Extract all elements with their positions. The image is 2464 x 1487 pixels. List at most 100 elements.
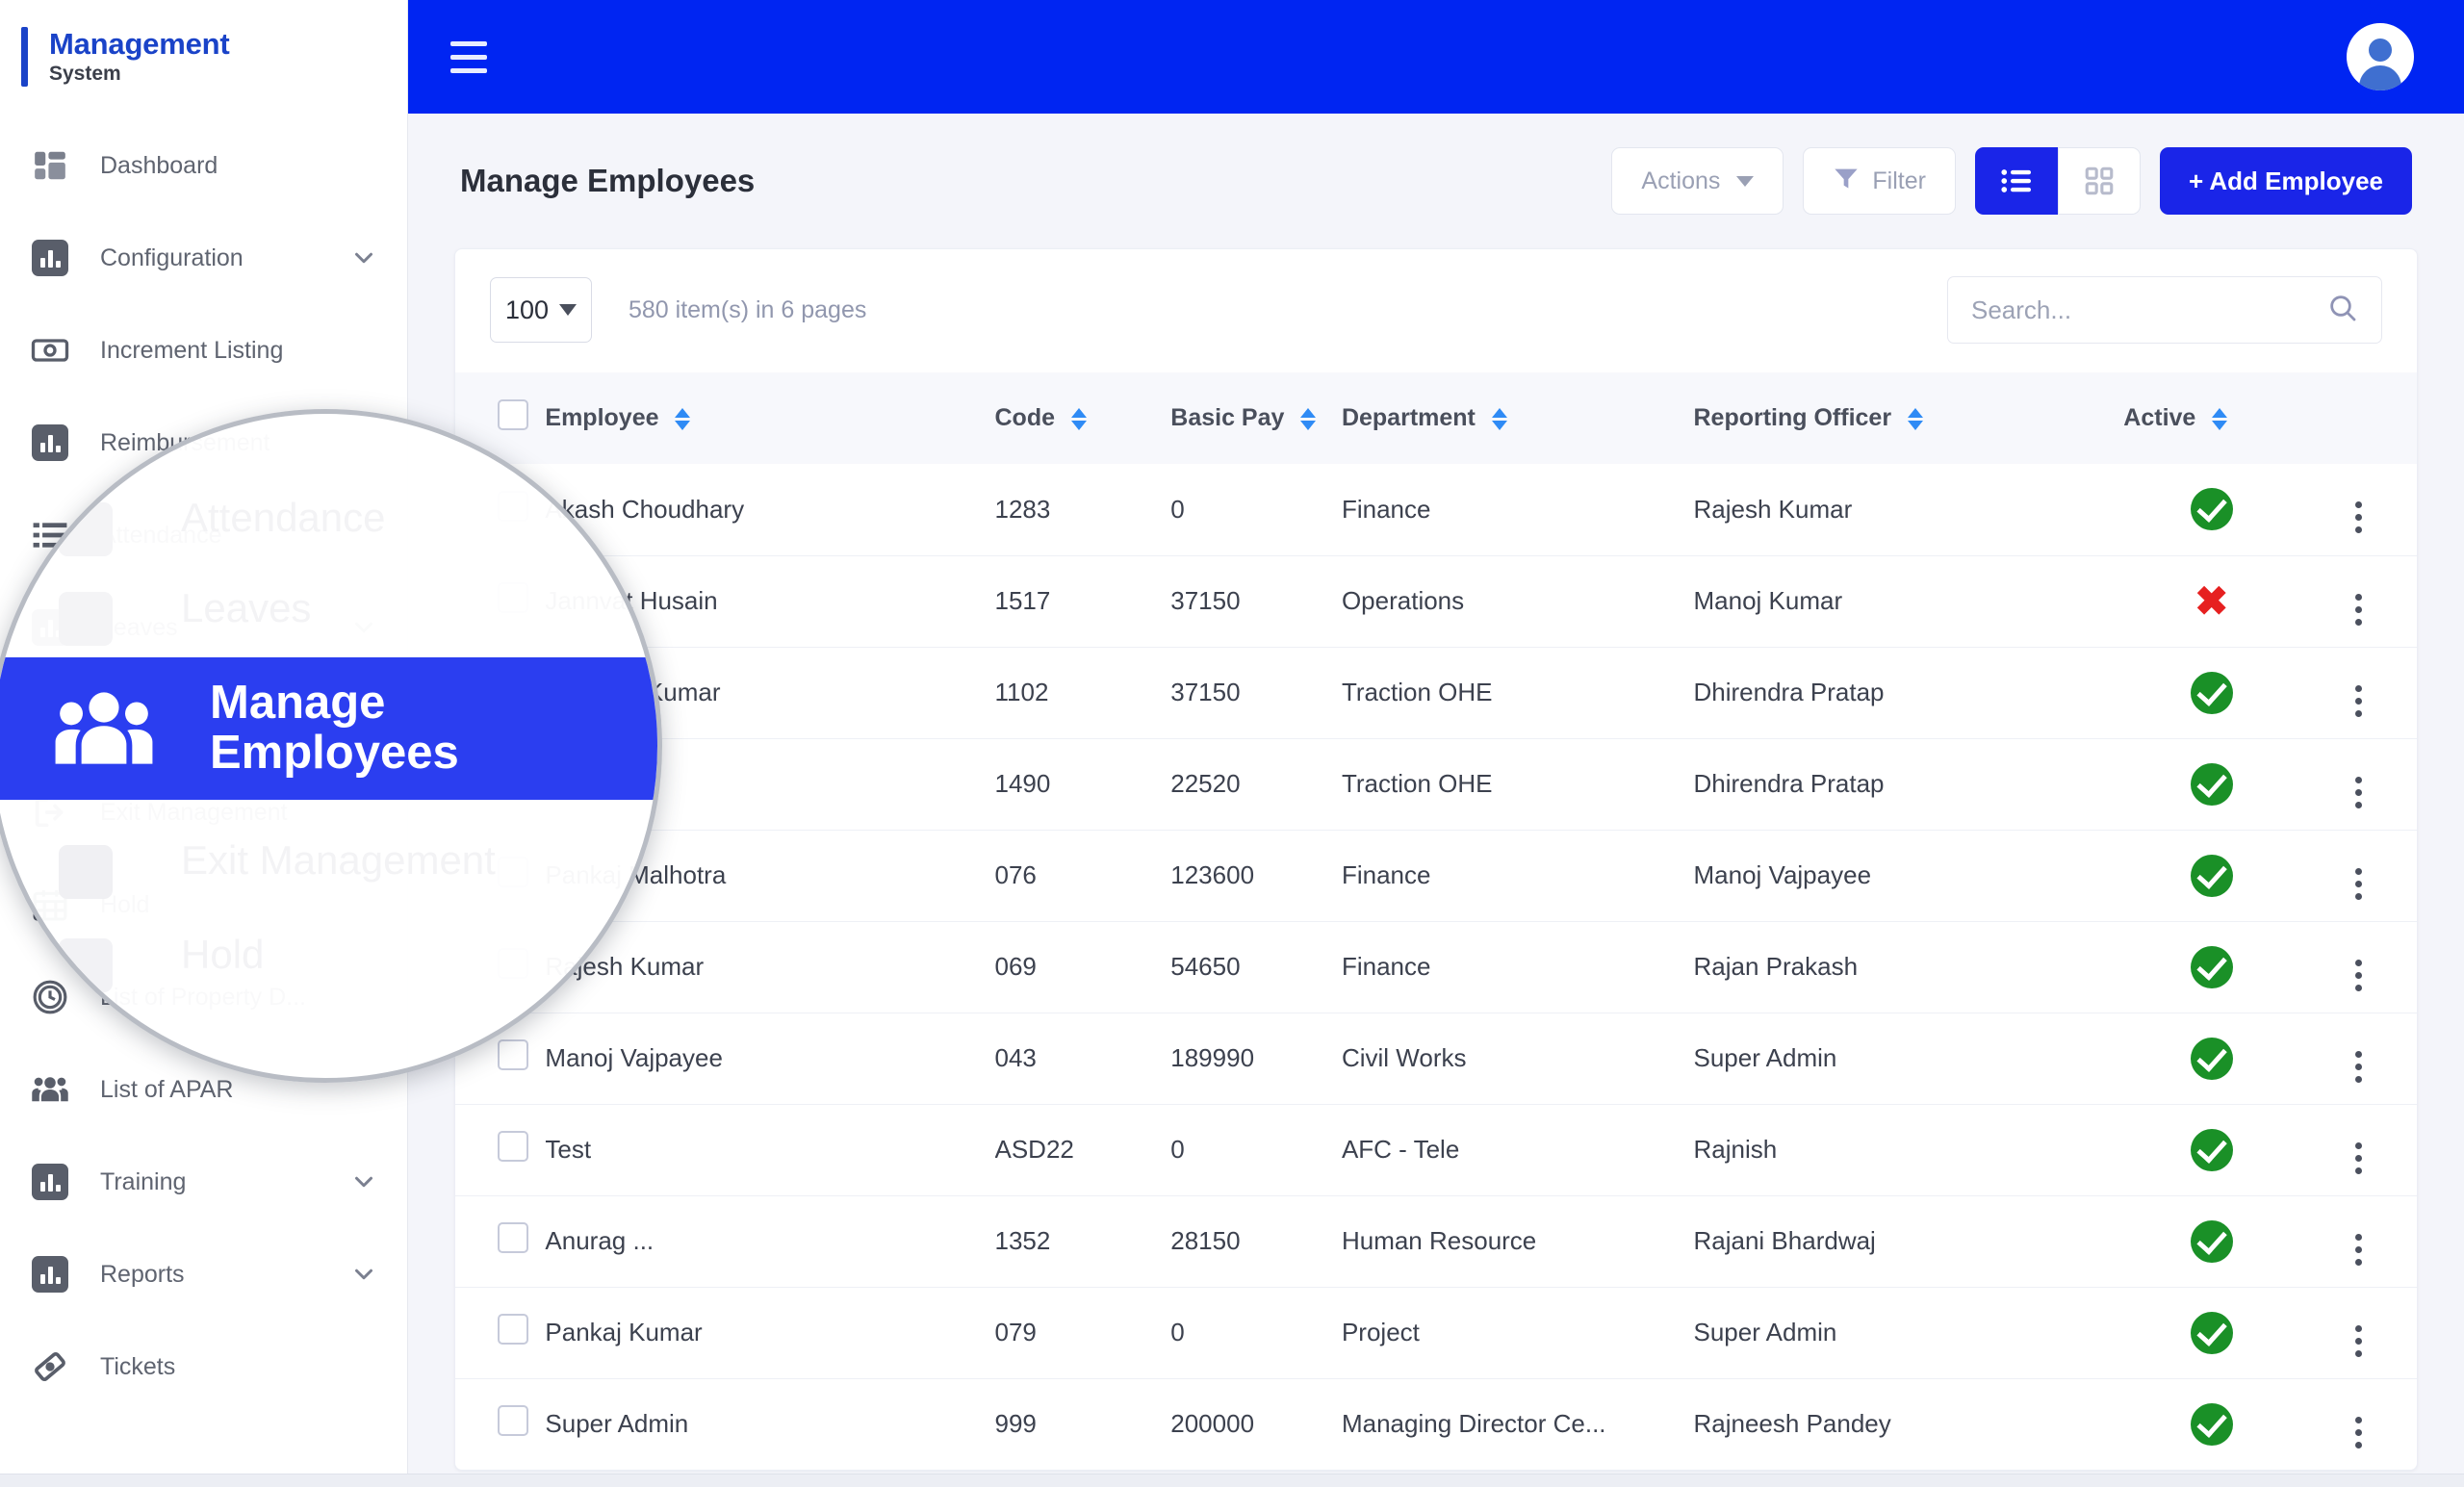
cell-employee: Pankaj Kumar bbox=[545, 1287, 994, 1378]
row-select-cell bbox=[455, 1378, 545, 1470]
column-header-employee[interactable]: Employee bbox=[545, 372, 994, 464]
sidebar-item-label: List of APAR bbox=[100, 1076, 234, 1104]
sidebar-item-training[interactable]: Training bbox=[0, 1136, 407, 1228]
ghost-icon bbox=[59, 845, 113, 899]
table-header-row: Employee Code Basic Pay bbox=[455, 372, 2417, 464]
sort-icon[interactable] bbox=[1071, 408, 1087, 430]
sort-icon[interactable] bbox=[1908, 408, 1923, 430]
cell-department: Traction OHE bbox=[1342, 738, 1694, 830]
filter-button-label: Filter bbox=[1872, 167, 1926, 195]
brand-logo: Management System bbox=[0, 0, 407, 114]
table-row[interactable]: Pradeep149022520Traction OHEDhirendra Pr… bbox=[455, 738, 2417, 830]
column-header-reporting-officer[interactable]: Reporting Officer bbox=[1694, 372, 2124, 464]
row-menu-icon[interactable] bbox=[2355, 1325, 2362, 1357]
select-all-checkbox[interactable] bbox=[498, 399, 528, 430]
add-employee-button-label: + Add Employee bbox=[2189, 167, 2383, 196]
cell-reporting-officer: Dhirendra Pratap bbox=[1694, 647, 2124, 738]
table-row[interactable]: TestASD220AFC - TeleRajnish bbox=[455, 1104, 2417, 1195]
table-row[interactable]: Saurabh Kumar110237150Traction OHEDhiren… bbox=[455, 647, 2417, 738]
cell-reporting-officer: Rajnish bbox=[1694, 1104, 2124, 1195]
view-toggle bbox=[1975, 147, 2141, 215]
row-checkbox[interactable] bbox=[498, 1314, 528, 1345]
search-icon[interactable] bbox=[2327, 293, 2358, 328]
row-checkbox[interactable] bbox=[498, 1039, 528, 1070]
hamburger-icon[interactable] bbox=[450, 41, 487, 73]
cell-basic-pay: 37150 bbox=[1170, 555, 1342, 647]
column-label: Basic Pay bbox=[1170, 404, 1284, 431]
sort-icon[interactable] bbox=[1300, 408, 1316, 430]
row-checkbox[interactable] bbox=[498, 1222, 528, 1253]
user-avatar-icon[interactable] bbox=[2347, 23, 2414, 90]
sort-icon[interactable] bbox=[2212, 408, 2227, 430]
magnifier-ghost-hold: Hold bbox=[181, 932, 264, 978]
sidebar-item-increment-listing[interactable]: Increment Listing bbox=[0, 304, 407, 397]
cell-department: Finance bbox=[1342, 464, 1694, 555]
search-box[interactable] bbox=[1947, 276, 2382, 344]
row-menu-icon[interactable] bbox=[2355, 1417, 2362, 1449]
cell-employee: Rajesh Kumar bbox=[545, 921, 994, 1013]
table-row[interactable]: Rajesh Kumar06954650FinanceRajan Prakash bbox=[455, 921, 2417, 1013]
row-menu-icon[interactable] bbox=[2355, 501, 2362, 533]
active-check-icon bbox=[2191, 1038, 2233, 1080]
page-title: Manage Employees bbox=[460, 163, 755, 199]
row-menu-icon[interactable] bbox=[2355, 1234, 2362, 1266]
column-header-basic-pay[interactable]: Basic Pay bbox=[1170, 372, 1342, 464]
sidebar-item-label: Dashboard bbox=[100, 152, 218, 180]
row-menu-icon[interactable] bbox=[2355, 685, 2362, 717]
table-row[interactable]: Pankaj Kumar0790ProjectSuper Admin bbox=[455, 1287, 2417, 1378]
sidebar-item-reports[interactable]: Reports bbox=[0, 1228, 407, 1320]
search-input[interactable] bbox=[1971, 295, 2289, 325]
sidebar-item-configuration[interactable]: Configuration bbox=[0, 212, 407, 304]
table-row[interactable]: Anurag ...135228150Human ResourceRajani … bbox=[455, 1195, 2417, 1287]
table-row[interactable]: Akash Choudhary12830FinanceRajesh Kumar bbox=[455, 464, 2417, 555]
row-menu-icon[interactable] bbox=[2355, 868, 2362, 900]
cell-basic-pay: 0 bbox=[1170, 1287, 1342, 1378]
magnifier-active-item[interactable]: Manage Employees bbox=[0, 657, 662, 800]
cell-basic-pay: 0 bbox=[1170, 464, 1342, 555]
cell-basic-pay: 22520 bbox=[1170, 738, 1342, 830]
sidebar-item-tickets[interactable]: Tickets bbox=[0, 1320, 407, 1413]
sort-icon[interactable] bbox=[675, 408, 690, 430]
chevron-down-icon bbox=[1736, 176, 1754, 187]
page-size-select[interactable]: 100 bbox=[490, 277, 592, 343]
sort-icon[interactable] bbox=[1492, 408, 1507, 430]
cell-department: Operations bbox=[1342, 555, 1694, 647]
table-row[interactable]: Jannvat Husain151737150OperationsManoj K… bbox=[455, 555, 2417, 647]
row-menu-icon[interactable] bbox=[2355, 594, 2362, 626]
filter-button[interactable]: Filter bbox=[1803, 147, 1956, 215]
column-label: Active bbox=[2123, 404, 2195, 431]
bar-chart-icon bbox=[29, 422, 71, 464]
cell-row-menu bbox=[2299, 921, 2417, 1013]
row-menu-icon[interactable] bbox=[2355, 960, 2362, 991]
cell-code: 1352 bbox=[995, 1195, 1171, 1287]
sidebar-item-label: Tickets bbox=[100, 1353, 175, 1381]
add-employee-button[interactable]: + Add Employee bbox=[2160, 147, 2412, 215]
table-row[interactable]: Manoj Vajpayee043189990Civil WorksSuper … bbox=[455, 1013, 2417, 1104]
sidebar-item-dashboard[interactable]: Dashboard bbox=[0, 119, 407, 212]
ghost-icon bbox=[59, 502, 113, 556]
cell-row-menu bbox=[2299, 1287, 2417, 1378]
row-menu-icon[interactable] bbox=[2355, 777, 2362, 808]
active-check-icon bbox=[2191, 763, 2233, 806]
cell-code: 999 bbox=[995, 1378, 1171, 1470]
list-view-icon[interactable] bbox=[1975, 147, 2058, 215]
horizontal-scrollbar[interactable] bbox=[0, 1474, 2464, 1487]
column-header-code[interactable]: Code bbox=[995, 372, 1171, 464]
cell-department: Managing Director Ce... bbox=[1342, 1378, 1694, 1470]
chevron-down-icon bbox=[349, 1167, 378, 1196]
table-row[interactable]: Pankaj Malhotra076123600FinanceManoj Vaj… bbox=[455, 830, 2417, 921]
grid-view-icon[interactable] bbox=[2058, 147, 2141, 215]
cell-department: Civil Works bbox=[1342, 1013, 1694, 1104]
row-checkbox[interactable] bbox=[498, 1131, 528, 1162]
table-row[interactable]: Super Admin999200000Managing Director Ce… bbox=[455, 1378, 2417, 1470]
cell-row-menu bbox=[2299, 1378, 2417, 1470]
column-header-active[interactable]: Active bbox=[2123, 372, 2299, 464]
row-menu-icon[interactable] bbox=[2355, 1051, 2362, 1083]
column-header-department[interactable]: Department bbox=[1342, 372, 1694, 464]
row-checkbox[interactable] bbox=[498, 1405, 528, 1436]
bar-chart-icon bbox=[29, 1161, 71, 1203]
cell-row-menu bbox=[2299, 647, 2417, 738]
row-menu-icon[interactable] bbox=[2355, 1142, 2362, 1174]
actions-button-label: Actions bbox=[1641, 167, 1720, 195]
actions-button[interactable]: Actions bbox=[1611, 147, 1784, 215]
